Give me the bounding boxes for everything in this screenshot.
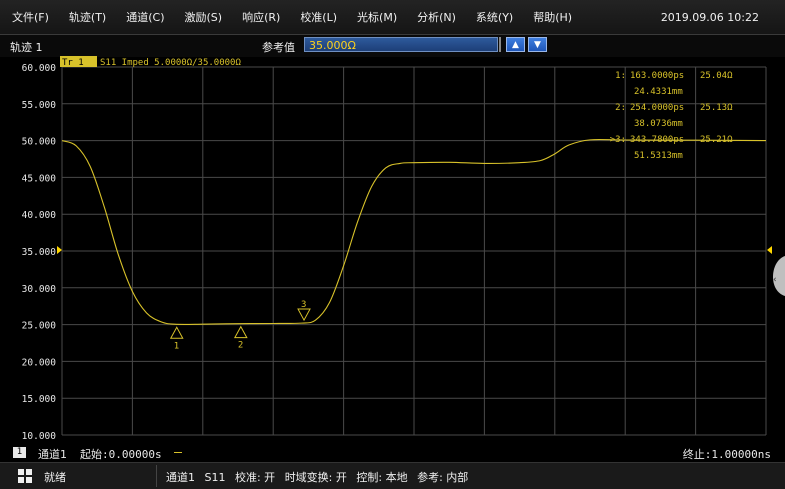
marker-2-distance: 38.0736mm	[634, 119, 683, 129]
marker-3-value: 25.21Ω	[700, 135, 733, 145]
status-divider	[156, 465, 157, 487]
marker-2-triangle[interactable]	[233, 325, 248, 339]
trace-toolbar: 轨迹 1 参考值 35.000Ω ▲ ▼	[0, 35, 785, 57]
menu-marker[interactable]: 光标(M)	[347, 9, 407, 25]
sweep-indicator	[174, 452, 182, 453]
channel-name: 通道1	[38, 448, 67, 461]
arrow-down-icon: ▼	[534, 39, 541, 50]
windows-grid-icon[interactable]	[18, 469, 32, 483]
marker-1-time: 163.0000ps	[630, 71, 684, 81]
status-control: 控制: 本地	[356, 471, 408, 484]
y-tick-labels: 60.000 55.000 50.000 45.000 40.000 35.000 30.0…	[22, 63, 57, 442]
marker-3-distance: 51.5313mm	[634, 151, 683, 161]
status-time-domain: 时域变换: 开	[284, 471, 347, 484]
decrement-button[interactable]: ▼	[528, 37, 547, 52]
marker-readout: 1: 163.0000ps 25.04Ω 24.4331mm 2: 254.00…	[610, 71, 733, 161]
y-tick-label: 60.000	[22, 63, 57, 74]
trace-plot[interactable]: 60.000 55.000 50.000 45.000 40.000 35.000 30.0…	[0, 56, 785, 444]
menu-system[interactable]: 系统(Y)	[466, 9, 523, 25]
y-tick-label: 40.000	[22, 210, 57, 221]
ref-value-label: 参考值	[262, 41, 295, 54]
status-items: 通道1 S11 校准: 开 时域变换: 开 控制: 本地 参考: 内部	[166, 469, 474, 485]
marker-3-label: >3:	[610, 135, 626, 145]
marker-2-number: 2	[238, 341, 243, 351]
y-tick-label: 20.000	[22, 357, 57, 368]
ref-level-left-marker[interactable]	[57, 246, 62, 254]
marker-2-time: 254.0000ps	[630, 103, 684, 113]
y-tick-label: 50.000	[22, 137, 57, 148]
status-param: S11	[204, 471, 226, 484]
trace-markers: 1 2 3	[169, 300, 311, 351]
y-tick-label: 30.000	[22, 284, 57, 295]
marker-1-distance: 24.4331mm	[634, 87, 683, 97]
trace-title: 轨迹 1	[10, 41, 43, 54]
y-tick-label: 25.000	[22, 321, 57, 332]
marker-1-label: 1:	[615, 71, 626, 81]
marker-2-value: 25.13Ω	[700, 103, 733, 113]
status-reference: 参考: 内部	[417, 471, 469, 484]
marker-1-value: 25.04Ω	[700, 71, 733, 81]
menu-file[interactable]: 文件(F)	[0, 9, 59, 25]
y-tick-label: 55.000	[22, 100, 57, 111]
status-channel: 通道1	[166, 471, 195, 484]
marker-1-number: 1	[174, 341, 179, 351]
stop-time: 终止:1.00000ns	[682, 448, 771, 461]
increment-button[interactable]: ▲	[506, 37, 525, 52]
channel-footer: 1 通道1 起始:0.00000s 终止:1.00000ns	[0, 444, 785, 461]
input-divider	[499, 37, 501, 52]
menu-help[interactable]: 帮助(H)	[523, 9, 582, 25]
ref-value-input[interactable]: 35.000Ω	[304, 37, 498, 52]
marker-3-number: 3	[301, 300, 306, 310]
menu-bar: 文件(F) 轨迹(T) 通道(C) 激励(S) 响应(R) 校准(L) 光标(M…	[0, 0, 785, 35]
marker-2-label: 2:	[615, 103, 626, 113]
ref-level-right-marker[interactable]	[767, 246, 772, 254]
clock: 2019.09.06 10:22	[660, 10, 759, 24]
ready-status: 就绪	[44, 471, 66, 484]
menu-analysis[interactable]: 分析(N)	[407, 9, 466, 25]
y-tick-label: 10.000	[22, 431, 57, 442]
menu-calibration[interactable]: 校准(L)	[290, 9, 347, 25]
y-tick-label: 35.000	[22, 247, 57, 258]
start-time: 起始:0.00000s	[80, 448, 162, 461]
y-tick-label: 45.000	[22, 173, 57, 184]
arrow-up-icon: ▲	[512, 39, 519, 50]
marker-3-triangle[interactable]	[297, 308, 311, 322]
chevron-left-icon: ‹	[773, 275, 777, 285]
menu-trace[interactable]: 轨迹(T)	[59, 9, 116, 25]
status-bar: 就绪 通道1 S11 校准: 开 时域变换: 开 控制: 本地 参考: 内部	[0, 462, 785, 489]
trace-tag: Tr 1	[62, 58, 84, 68]
marker-3-time: 343.7800ps	[630, 135, 684, 145]
channel-number-box[interactable]: 1	[13, 447, 26, 458]
trace-description: S11 Imped 5.0000Ω/35.0000Ω	[100, 58, 241, 68]
menu-channel[interactable]: 通道(C)	[116, 9, 174, 25]
status-calibration: 校准: 开	[234, 471, 276, 484]
menu-response[interactable]: 响应(R)	[232, 9, 290, 25]
y-tick-label: 15.000	[22, 394, 57, 405]
marker-1-triangle[interactable]	[169, 326, 184, 339]
menu-stimulus[interactable]: 激励(S)	[175, 9, 233, 25]
